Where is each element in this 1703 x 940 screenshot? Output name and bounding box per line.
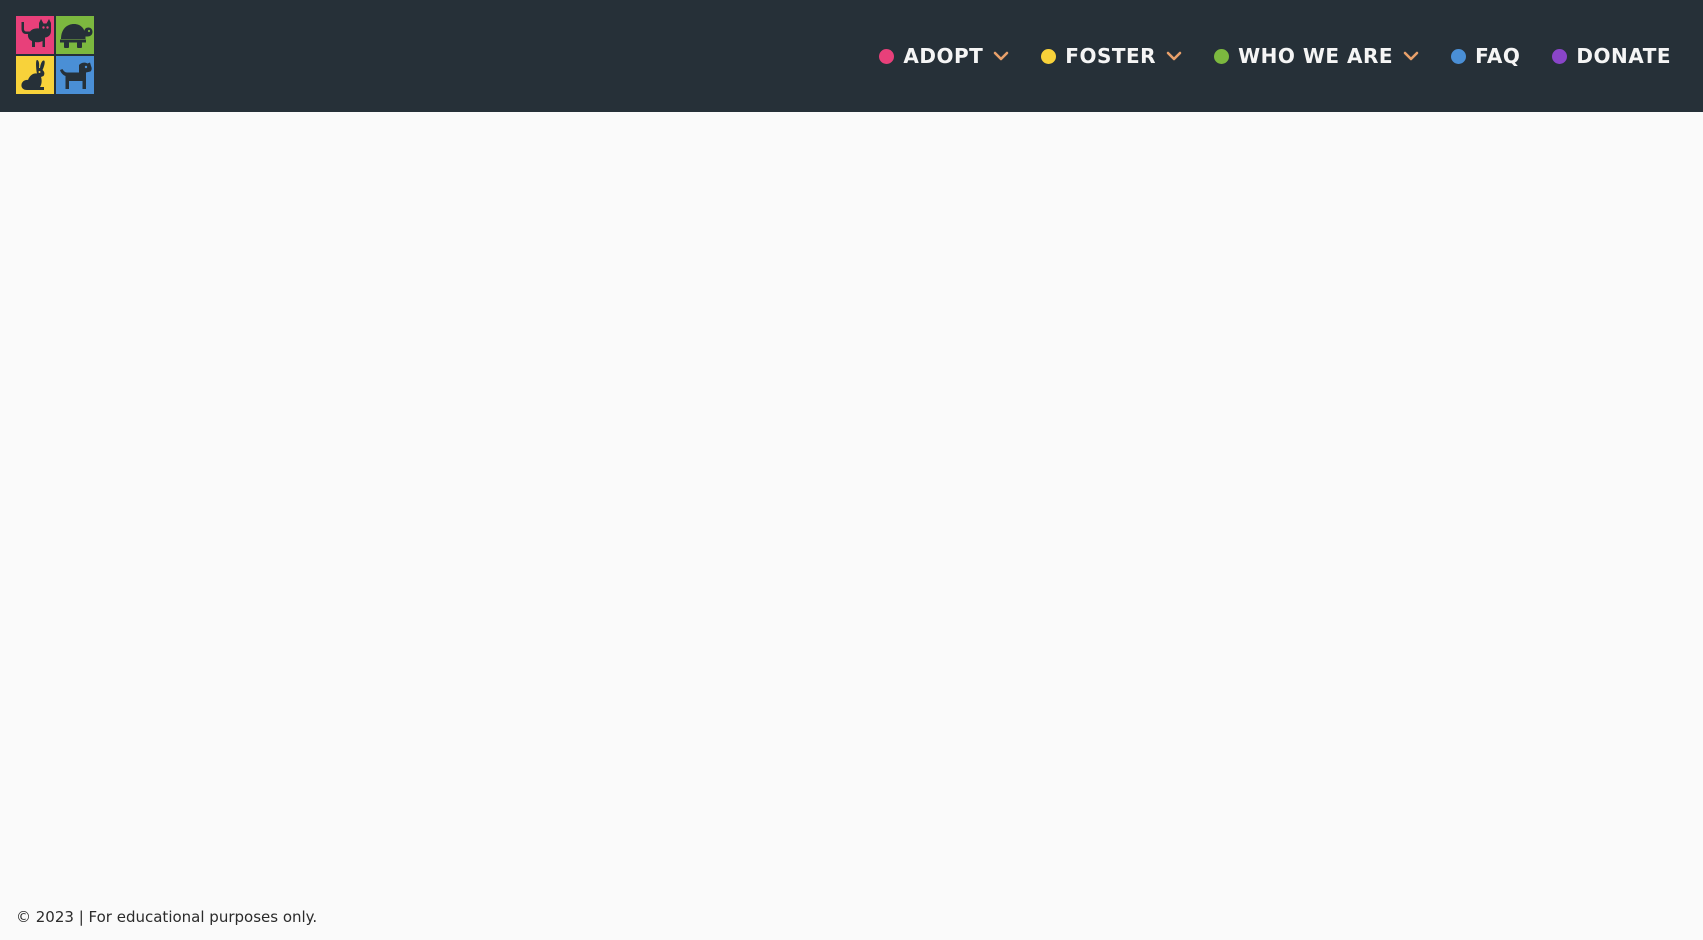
page: ADOPT FOSTER WHO WE ARE FAQ DONATE © 202… bbox=[0, 0, 1703, 940]
nav-dot-adopt bbox=[879, 48, 895, 64]
chevron-down-icon[interactable] bbox=[1166, 51, 1182, 61]
dog-icon bbox=[60, 62, 92, 89]
nav-dot-who-we-are bbox=[1214, 48, 1230, 64]
turtle-icon bbox=[60, 24, 93, 48]
rabbit-icon bbox=[21, 60, 45, 90]
nav-item-faq[interactable]: FAQ bbox=[1451, 44, 1520, 68]
logo-tile-dog bbox=[56, 56, 94, 94]
nav-item-foster[interactable]: FOSTER bbox=[1041, 44, 1182, 68]
top-navigation-bar: ADOPT FOSTER WHO WE ARE FAQ DONATE bbox=[0, 0, 1703, 112]
nav-label-donate: DONATE bbox=[1576, 44, 1671, 68]
nav-dot-faq bbox=[1451, 48, 1467, 64]
chevron-down-icon[interactable] bbox=[993, 51, 1009, 61]
logo-tile-cat bbox=[16, 16, 54, 54]
cat-icon bbox=[21, 19, 51, 47]
nav-label-adopt: ADOPT bbox=[903, 44, 984, 68]
chevron-down-icon[interactable] bbox=[1403, 51, 1419, 61]
main-navigation: ADOPT FOSTER WHO WE ARE FAQ DONATE bbox=[879, 0, 1671, 112]
nav-item-adopt[interactable]: ADOPT bbox=[879, 44, 1009, 68]
site-logo-link[interactable] bbox=[16, 16, 96, 96]
nav-dot-foster bbox=[1041, 48, 1057, 64]
nav-label-who-we-are: WHO WE ARE bbox=[1238, 44, 1394, 68]
nav-dot-donate bbox=[1552, 48, 1568, 64]
nav-label-faq: FAQ bbox=[1475, 44, 1521, 68]
nav-item-who-we-are[interactable]: WHO WE ARE bbox=[1214, 44, 1419, 68]
logo-tile-turtle bbox=[56, 16, 94, 54]
nav-label-foster: FOSTER bbox=[1065, 44, 1157, 68]
footer-copyright: © 2023 | For educational purposes only. bbox=[16, 908, 318, 926]
logo-tile-rabbit bbox=[16, 56, 54, 94]
nav-item-donate[interactable]: DONATE bbox=[1552, 44, 1671, 68]
